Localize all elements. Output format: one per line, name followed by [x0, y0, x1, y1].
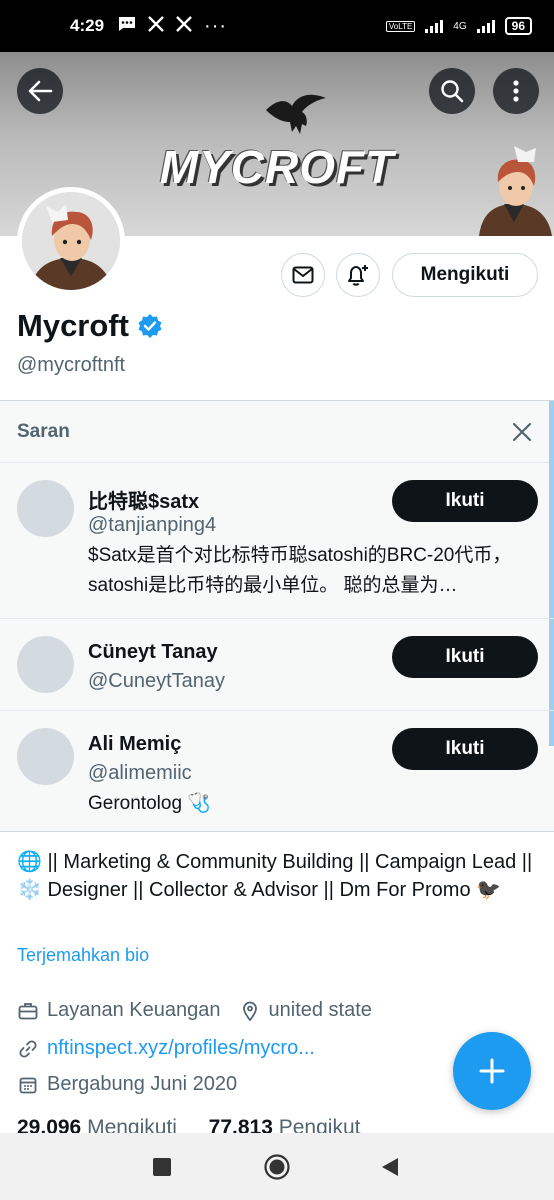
x-app-icon	[176, 15, 192, 37]
bell-plus-icon	[348, 265, 368, 286]
status-bar: 4:29 ··· VoLTE 4G 96	[0, 0, 554, 52]
x-app-icon	[148, 15, 164, 37]
profile-bio: 🌐 || Marketing & Community Building || C…	[17, 851, 533, 901]
profile-avatar[interactable]	[17, 187, 125, 295]
square-icon	[153, 1158, 171, 1176]
triangle-back-icon	[382, 1158, 398, 1176]
follow-button[interactable]: Ikuti	[392, 728, 538, 770]
close-suggestions-button[interactable]	[507, 417, 537, 447]
more-options-button[interactable]	[493, 68, 539, 114]
status-notification-icons: ···	[118, 15, 227, 38]
briefcase-icon	[17, 1000, 39, 1022]
suggestion-handle: @alimemiic	[88, 762, 192, 784]
profile-name-row: Mycroft	[17, 308, 163, 344]
location-pin-icon	[239, 1000, 261, 1022]
verified-badge-icon	[138, 314, 162, 338]
suggestion-name[interactable]: Cüneyt Tanay	[88, 641, 218, 664]
suggestion-handle: @CuneytTanay	[88, 670, 226, 692]
volte-icon: VoLTE	[385, 20, 416, 32]
notifications-button[interactable]	[336, 253, 380, 297]
profile-joined-row: Bergabung Juni 2020	[17, 1073, 237, 1096]
profile-handle: @mycroftnft	[17, 354, 126, 376]
system-navigation-bar	[0, 1133, 554, 1200]
envelope-icon	[292, 266, 314, 284]
suggestion-name[interactable]: Ali Memiç	[88, 733, 181, 756]
compose-button[interactable]	[453, 1032, 531, 1110]
back-nav-button[interactable]	[381, 1157, 399, 1182]
status-time: 4:29	[70, 16, 105, 35]
profile-location: united state	[268, 999, 372, 1021]
suggestions-panel: Saran 比特聪$satx @tanjianping4 $Satx是首个对比标…	[0, 400, 554, 832]
banner-title: MYCROFT	[159, 141, 395, 193]
suggestion-name[interactable]: 比特聪$satx	[88, 485, 199, 514]
banner-character-image	[479, 146, 552, 236]
recent-apps-button[interactable]	[153, 1158, 171, 1181]
suggestion-handle: @tanjianping4	[88, 514, 217, 536]
suggestion-avatar[interactable]	[17, 480, 74, 537]
profile-website-link[interactable]: nftinspect.xyz/profiles/mycro...	[47, 1037, 315, 1060]
link-icon	[17, 1038, 39, 1060]
calendar-icon	[17, 1074, 39, 1096]
profile-website-row: nftinspect.xyz/profiles/mycro...	[17, 1037, 315, 1060]
avatar-image	[22, 192, 120, 290]
home-circle-icon	[264, 1154, 290, 1180]
following-button[interactable]: Mengikuti	[392, 253, 538, 297]
message-icon	[118, 16, 136, 37]
suggestion-bio: Gerontolog 🩺	[88, 793, 211, 814]
message-button[interactable]	[281, 253, 325, 297]
suggestion-bio: $Satx是首个对比标特币聪satoshi的BRC-20代币，satoshi是比…	[88, 545, 512, 596]
avatar-character-image	[22, 192, 120, 290]
follow-button[interactable]: Ikuti	[392, 636, 538, 678]
suggestion-avatar[interactable]	[17, 636, 74, 693]
network-type-label: 4G	[453, 20, 467, 32]
crow-logo-icon	[266, 94, 326, 134]
signal-icon-2	[476, 19, 495, 33]
search-icon	[441, 80, 464, 103]
back-button[interactable]	[17, 68, 63, 114]
suggestion-item[interactable]: Cüneyt Tanay @CuneytTanay Ikuti	[0, 619, 554, 711]
more-dots-icon: ···	[204, 14, 228, 37]
home-button[interactable]	[264, 1154, 290, 1185]
suggestions-header: Saran	[0, 401, 554, 463]
close-icon	[512, 422, 532, 441]
profile-name: Mycroft	[17, 308, 129, 343]
search-button[interactable]	[429, 68, 475, 114]
suggestion-item[interactable]: 比特聪$satx @tanjianping4 $Satx是首个对比标特币聪sat…	[0, 463, 554, 619]
battery-icon: 96	[504, 17, 532, 35]
translate-bio-link[interactable]: Terjemahkan bio	[17, 945, 149, 966]
suggestions-title: Saran	[17, 420, 70, 442]
plus-icon	[479, 1058, 505, 1084]
profile-meta-row: Layanan Keuangan united state	[17, 999, 372, 1022]
arrow-left-icon	[28, 80, 53, 102]
profile-category: Layanan Keuangan	[47, 999, 221, 1021]
suggestion-avatar[interactable]	[17, 728, 74, 785]
follow-button[interactable]: Ikuti	[392, 480, 538, 522]
suggestion-item[interactable]: Ali Memiç @alimemiic Gerontolog 🩺 Ikuti	[0, 711, 554, 831]
profile-joined-date: Bergabung Juni 2020	[47, 1073, 238, 1095]
more-vertical-icon	[513, 80, 519, 102]
signal-icon	[425, 19, 444, 33]
